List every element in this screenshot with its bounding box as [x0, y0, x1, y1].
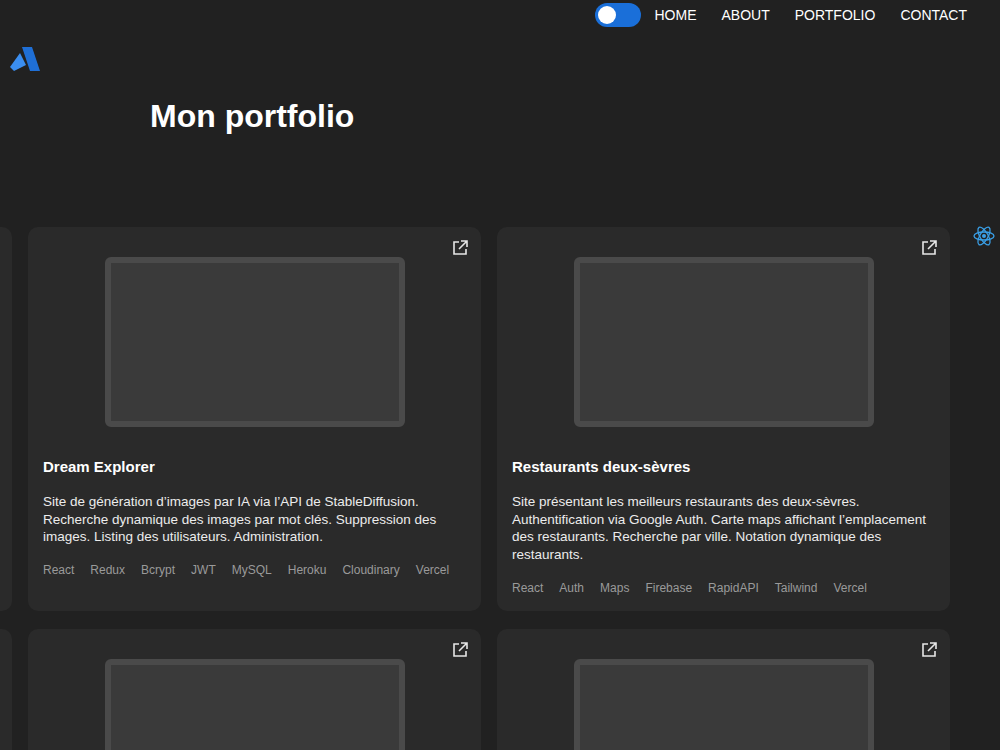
theme-toggle[interactable]	[595, 3, 641, 27]
tech-tag: Heroku	[288, 562, 327, 578]
project-card[interactable]	[28, 629, 481, 750]
nav-bar: HOME ABOUT PORTFOLIO CONTACT	[0, 0, 1000, 30]
project-title: Restaurants deux-sèvres	[512, 457, 935, 477]
external-link-icon[interactable]	[920, 641, 938, 659]
external-link-icon[interactable]	[451, 641, 469, 659]
tech-logo-icon	[10, 45, 40, 73]
external-link-icon[interactable]	[920, 239, 938, 257]
react-icon	[972, 224, 996, 248]
tag-list: React Redux Bcrypt JWT MySQL Heroku Cloudinary…	[43, 562, 466, 578]
tech-tag: JWT	[191, 562, 216, 578]
project-description: Site de génération d’images par IA via l…	[43, 493, 466, 546]
tech-tag: React	[512, 580, 543, 596]
project-title: Dream Explorer	[43, 457, 466, 477]
nav-link[interactable]: ABOUT	[721, 7, 769, 23]
project-card[interactable]: Dream Explorer Site de génération d’image…	[28, 227, 481, 611]
edge-card	[0, 227, 12, 611]
project-screenshot	[67, 242, 442, 442]
page-title: Mon portfolio	[150, 97, 1000, 135]
project-screenshot	[536, 242, 911, 442]
tag-list: React Auth Maps Firebase RapidAPI Tailwind Ver…	[512, 580, 935, 596]
edge-card	[0, 629, 12, 750]
tech-tag: Auth	[559, 580, 584, 596]
tech-tag: Vercel	[833, 580, 866, 596]
portfolio-page: HOME ABOUT PORTFOLIO CONTACT Mon portfolio Dr…	[0, 0, 1000, 750]
tech-tag: Cloudinary	[342, 562, 399, 578]
portfolio-section: Mon portfolio Dream Explorer Site de génér…	[0, 30, 1000, 750]
project-card[interactable]: Restaurants deux-sèvres Site présentant l…	[497, 227, 950, 611]
tech-tag: React	[43, 562, 74, 578]
tech-tag: Vercel	[416, 562, 449, 578]
project-screenshot	[536, 644, 911, 750]
nav-link[interactable]: PORTFOLIO	[795, 7, 876, 23]
device-mockup	[574, 257, 874, 427]
project-screenshot	[67, 644, 442, 750]
external-link-icon[interactable]	[451, 239, 469, 257]
tech-tag: RapidAPI	[708, 580, 759, 596]
tech-tag: Maps	[600, 580, 629, 596]
tech-tag: MySQL	[232, 562, 272, 578]
device-mockup	[105, 257, 405, 427]
project-description: Site présentant les meilleurs restaurant…	[512, 493, 935, 564]
device-mockup	[574, 659, 874, 750]
nav-link[interactable]: CONTACT	[900, 7, 967, 23]
tech-tag: Redux	[90, 562, 125, 578]
toggle-knob	[598, 6, 616, 24]
project-grid: Dream Explorer Site de génération d’image…	[0, 227, 1000, 750]
project-card[interactable]	[497, 629, 950, 750]
device-mockup	[105, 659, 405, 750]
nav-link[interactable]: HOME	[654, 7, 696, 23]
tech-tag: Tailwind	[775, 580, 818, 596]
tech-tag: Firebase	[645, 580, 692, 596]
tech-tag: Bcrypt	[141, 562, 175, 578]
